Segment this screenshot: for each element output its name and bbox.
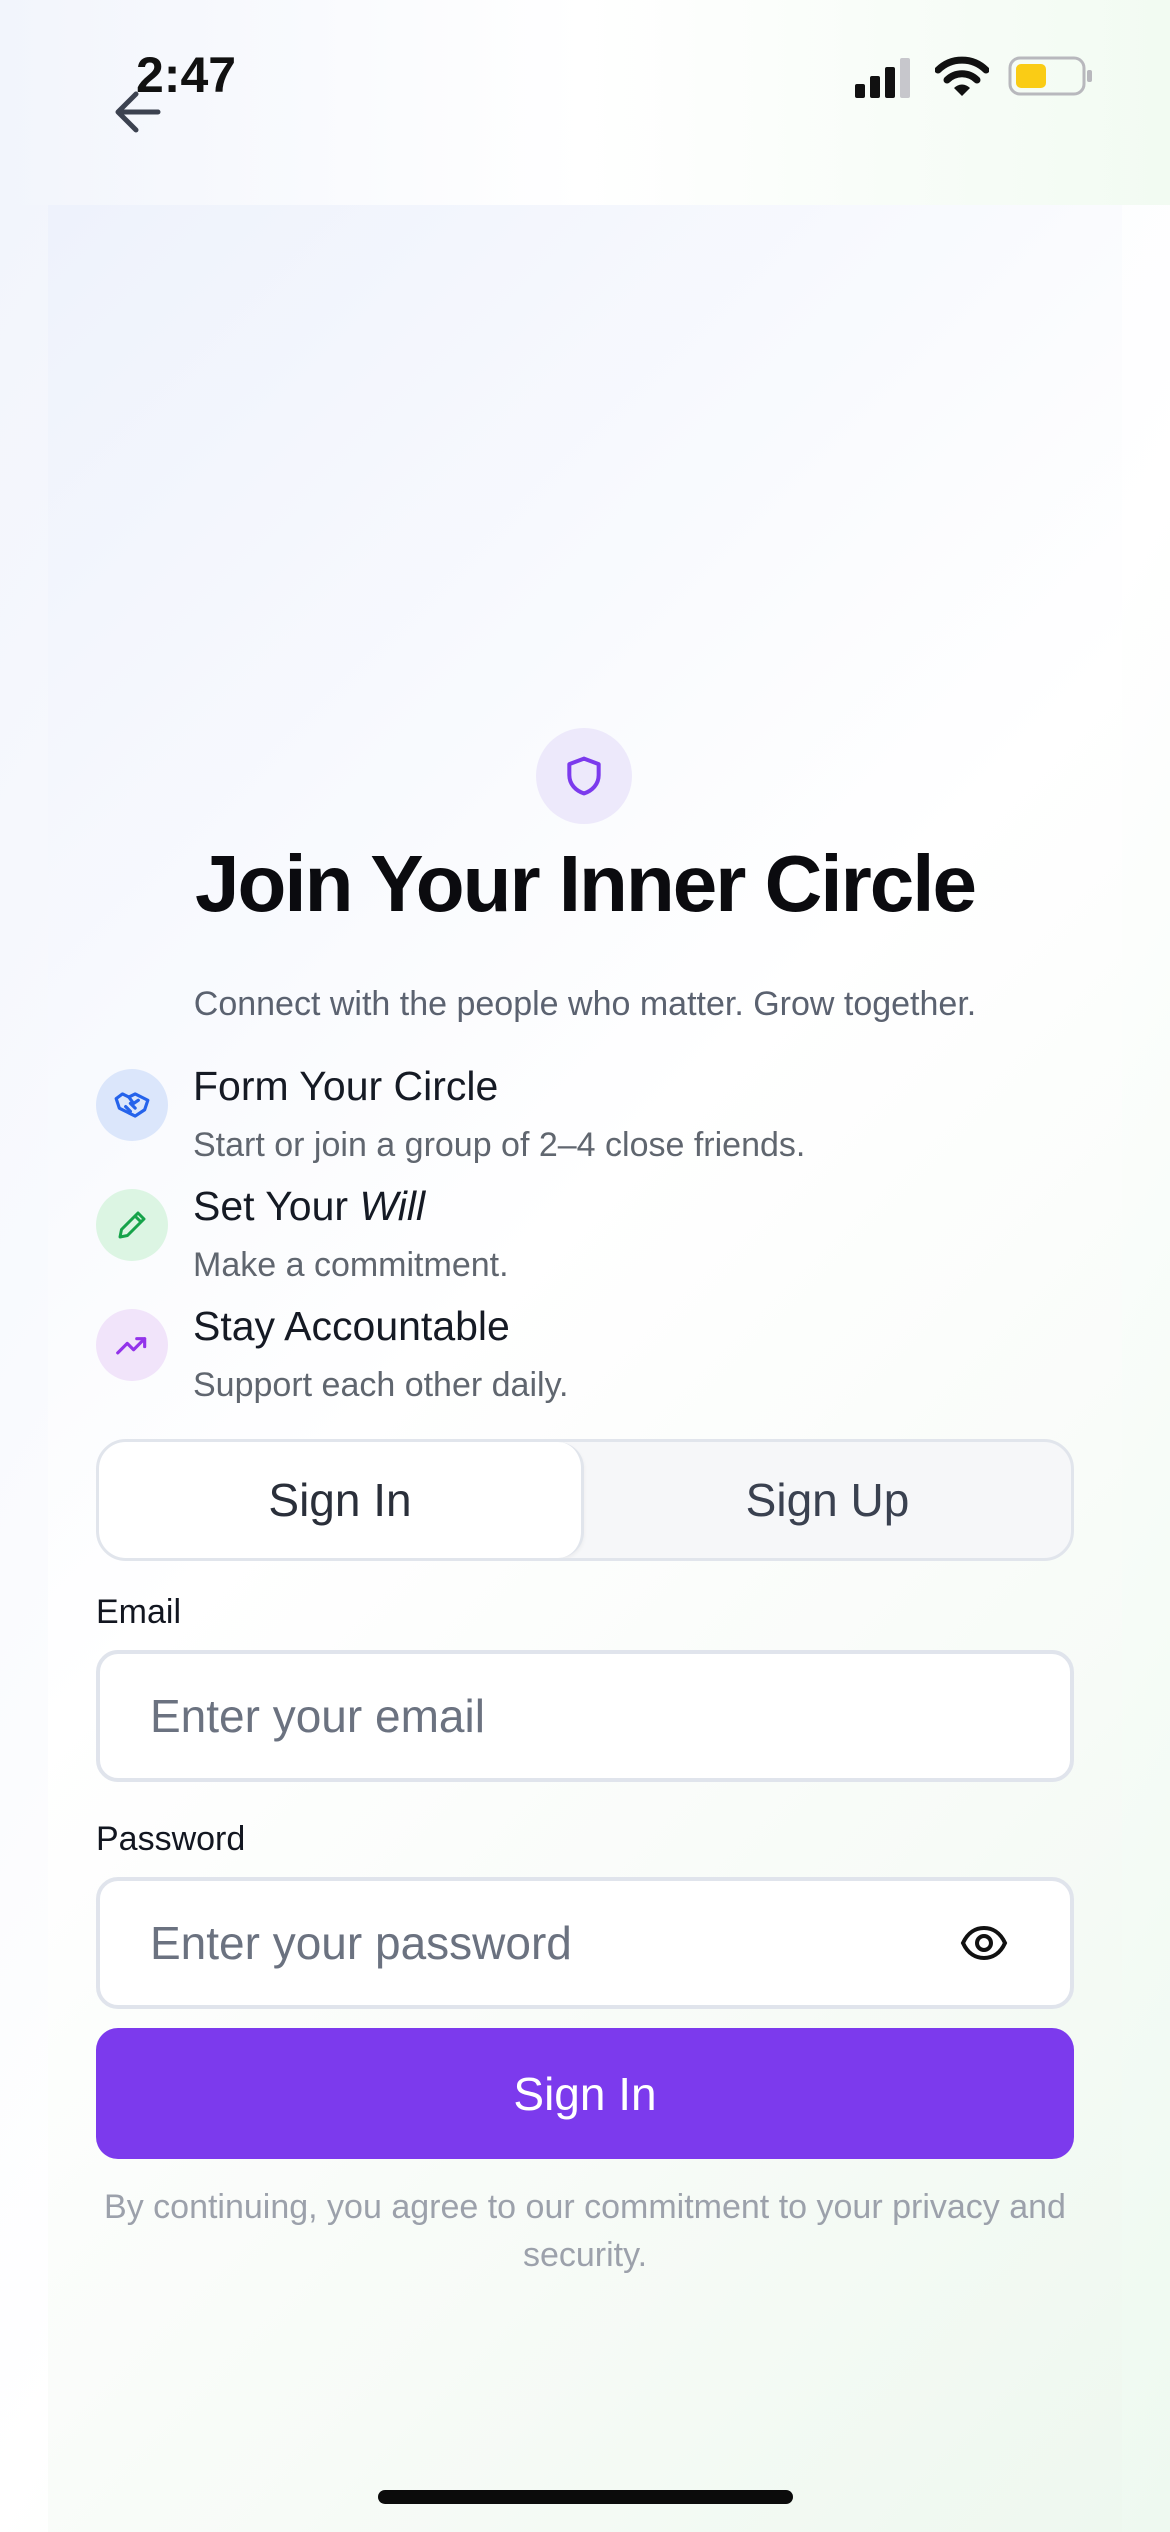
handshake-icon <box>114 1092 150 1118</box>
feature-icon-badge <box>96 1069 168 1141</box>
feature-title: Form Your Circle <box>193 1063 499 1109</box>
feature-description: Make a commitment. <box>193 1246 509 1284</box>
legal-notice: By continuing, you agree to our commitme… <box>104 2188 1066 2274</box>
shield-badge <box>536 728 632 824</box>
arrow-left-icon[interactable] <box>112 86 164 138</box>
password-label: Password <box>96 1820 246 1858</box>
battery-icon <box>1008 56 1092 96</box>
status-bar: 2:47 <box>0 0 1170 205</box>
eye-icon[interactable] <box>960 1919 1008 1967</box>
password-input[interactable] <box>150 1881 950 2005</box>
feature-icon-badge <box>96 1309 168 1381</box>
pencil-icon <box>118 1211 146 1239</box>
feature-description: Support each other daily. <box>193 1366 569 1404</box>
email-input[interactable] <box>150 1654 950 1778</box>
trending-up-icon <box>116 1337 147 1355</box>
sign-in-button[interactable]: Sign In <box>96 2028 1074 2159</box>
email-field[interactable] <box>96 1650 1074 1782</box>
page-subtitle: Connect with the people who matter. Grow… <box>193 985 977 1023</box>
feature-title: Stay Accountable <box>193 1303 510 1349</box>
password-field[interactable] <box>96 1877 1074 2009</box>
feature-title-emphasis: Will <box>359 1183 426 1229</box>
tab-sign-in[interactable]: Sign In <box>99 1442 584 1558</box>
shield-icon <box>567 756 601 796</box>
page-title: Join Your Inner Circle <box>195 839 977 928</box>
feature-title: Set Your Will <box>193 1183 425 1230</box>
email-label: Email <box>96 1593 182 1631</box>
tab-sign-up[interactable]: Sign Up <box>584 1442 1071 1558</box>
feature-title-prefix: Set Your <box>193 1183 360 1229</box>
home-indicator[interactable] <box>378 2490 793 2504</box>
feature-description: Start or join a group of 2–4 close frien… <box>193 1126 806 1164</box>
signal-icon <box>855 58 910 98</box>
feature-icon-badge <box>96 1189 168 1261</box>
wifi-icon <box>935 56 989 96</box>
auth-tabs: Sign In Sign Up <box>96 1439 1074 1561</box>
